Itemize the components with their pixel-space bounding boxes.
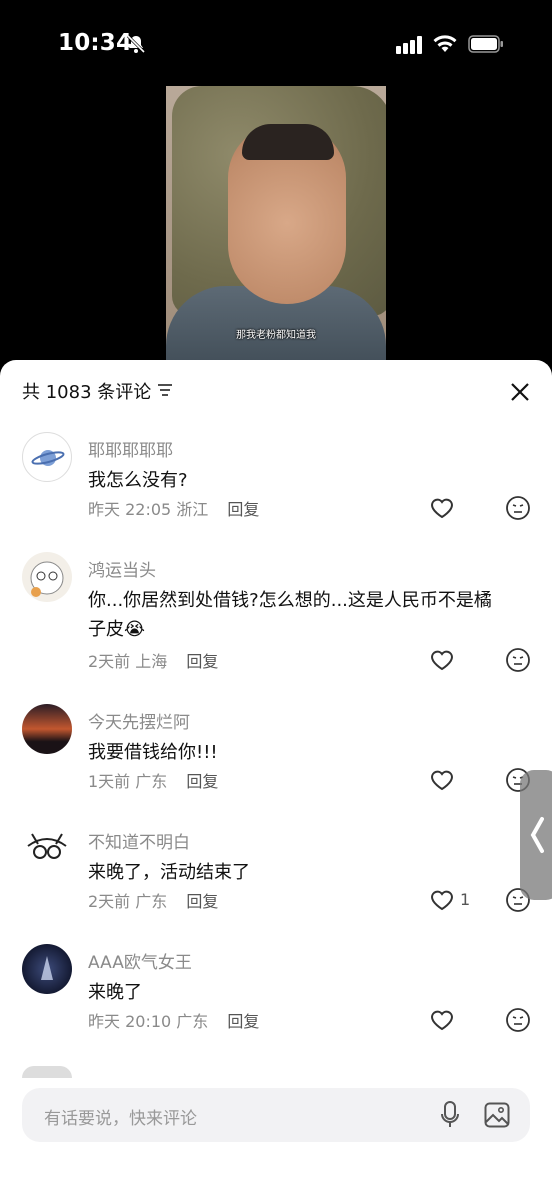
comment-input[interactable]: 有话要说，快来评论 (22, 1088, 530, 1142)
side-drawer-handle[interactable] (520, 770, 552, 900)
heart-icon[interactable] (429, 888, 455, 912)
avatar[interactable] (22, 704, 72, 754)
comment-username[interactable]: 耶耶耶耶耶 (88, 436, 173, 461)
heart-icon[interactable] (429, 648, 455, 672)
comment-meta: 昨天 20:10 广东 回复 (88, 1008, 259, 1032)
close-button[interactable] (508, 380, 532, 404)
comment-time: 昨天 20:10 (88, 1012, 172, 1031)
status-time: 10:34 (58, 30, 133, 56)
comment-sheet-header: 共 1083 条评论 (0, 360, 552, 422)
comment-time: 2天前 (88, 892, 131, 911)
wifi-icon (432, 34, 458, 58)
comment-text: 来晚了，活动结束了 (88, 862, 250, 883)
emoji-reaction-icon[interactable] (505, 495, 531, 521)
comment-time: 2天前 (88, 652, 131, 671)
reply-button[interactable]: 回复 (186, 652, 218, 671)
video-player[interactable]: 那我老粉都知道我 (166, 86, 386, 366)
battery-icon (468, 35, 504, 57)
comment-meta: 2天前 上海 回复 (88, 648, 218, 672)
comment-meta: 2天前 广东 回复 (88, 888, 218, 912)
avatar[interactable] (22, 432, 72, 482)
signal-icon (396, 36, 422, 58)
comment-location: 上海 (135, 652, 168, 671)
video-subtitle: 那我老粉都知道我 (236, 330, 316, 341)
reply-button[interactable]: 回复 (186, 772, 218, 791)
avatar (22, 1066, 72, 1078)
comment-location: 广东 (135, 772, 168, 791)
like-count: 1 (460, 890, 471, 909)
comment-username[interactable]: AAA欧气女王 (88, 948, 192, 973)
comment-location: 广东 (135, 892, 168, 911)
status-bar: 10:34 (0, 0, 552, 86)
comment-username[interactable]: 不知道不明白 (88, 828, 190, 853)
comment-time: 1天前 (88, 772, 131, 791)
emoji-reaction-icon[interactable] (505, 647, 531, 673)
comment-text: 我怎么没有? (88, 470, 188, 491)
avatar[interactable] (22, 944, 72, 994)
image-icon[interactable] (484, 1102, 510, 1132)
comment-input-placeholder: 有话要说，快来评论 (44, 1109, 197, 1129)
comment-meta: 昨天 22:05 浙江 回复 (88, 496, 259, 520)
emoji-reaction-icon[interactable] (505, 1007, 531, 1033)
avatar[interactable] (22, 552, 72, 602)
comment-count: 共 1083 条评论 (22, 382, 152, 403)
comment-text: 你...你居然到处借钱?怎么想的...这是人民币不是橘子皮😭 (88, 590, 492, 640)
comment-username[interactable]: 今天先摆烂阿 (88, 708, 190, 733)
comment-item[interactable]: 鸿运当头 你...你居然到处借钱?怎么想的...这是人民币不是橘子皮😭 2天前 … (0, 552, 552, 682)
comment-text: 我要借钱给你!!! (88, 742, 218, 763)
comment-item[interactable]: AAA欧气女王 来晚了 昨天 20:10 广东 回复 (0, 944, 552, 1054)
comment-location: 广东 (176, 1012, 209, 1031)
comment-item[interactable]: 不知道不明白 来晚了，活动结束了 2天前 广东 回复 1 (0, 824, 552, 934)
mute-bell-icon (126, 34, 146, 58)
comment-location: 浙江 (176, 500, 209, 519)
comment-text: 来晚了 (88, 982, 142, 1003)
reply-button[interactable]: 回复 (227, 500, 259, 519)
comment-username[interactable]: 鸿运当头 (88, 556, 156, 581)
comment-time: 昨天 22:05 (88, 500, 172, 519)
heart-icon[interactable] (429, 496, 455, 520)
reply-button[interactable]: 回复 (186, 892, 218, 911)
avatar[interactable] (22, 824, 72, 874)
video-subject-hair (242, 124, 334, 160)
comment-meta: 1天前 广东 回复 (88, 768, 218, 792)
microphone-icon[interactable] (440, 1101, 460, 1133)
comment-item[interactable]: 耶耶耶耶耶 我怎么没有? 昨天 22:05 浙江 回复 (0, 432, 552, 542)
heart-icon[interactable] (429, 768, 455, 792)
reply-button[interactable]: 回复 (227, 1012, 259, 1031)
heart-icon[interactable] (429, 1008, 455, 1032)
sort-filter-icon[interactable] (157, 382, 173, 402)
comment-item[interactable]: 今天先摆烂阿 我要借钱给你!!! 1天前 广东 回复 (0, 704, 552, 814)
chevron-left-icon (530, 815, 544, 859)
